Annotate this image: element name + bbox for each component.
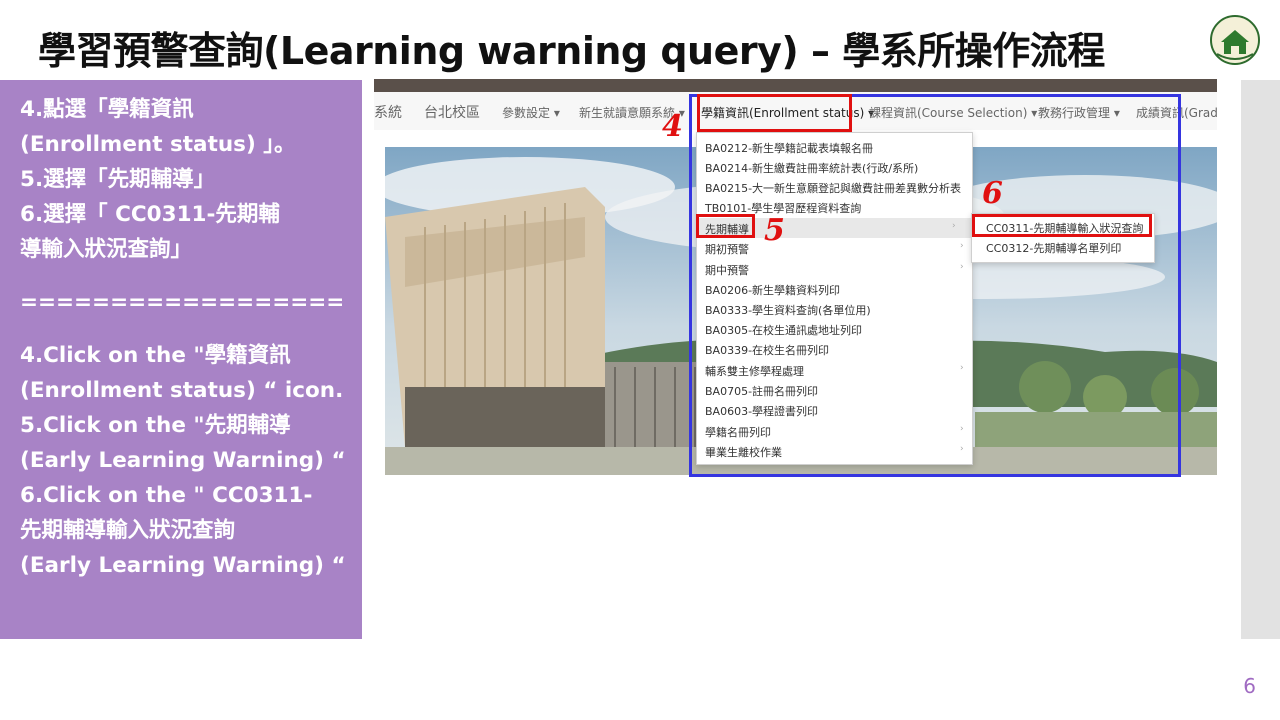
- highlight-step-5-box: [696, 214, 755, 238]
- step-6-label: 6: [982, 176, 1003, 211]
- instruction-en-line: 5.Click on the "先期輔導: [20, 413, 291, 438]
- nav-item-taipei-campus[interactable]: 台北校區: [424, 102, 480, 122]
- browser-top-strip: [374, 79, 1217, 92]
- instruction-zh-line: 5.選擇「先期輔導」: [20, 167, 216, 192]
- instruction-en-line: (Early Learning Warning) “: [20, 448, 346, 473]
- step-4-label: 4: [662, 109, 683, 144]
- system-screenshot: 系統 台北校區 參數設定 ▾ 新生就讀意願系統 ▾ 學籍資訊(Enrollmen…: [374, 79, 1217, 479]
- nav-item-parameter-settings[interactable]: 參數設定 ▾: [502, 104, 560, 121]
- slide-title: 學習預警查詢(Learning warning query) – 學系所操作流程: [38, 29, 1105, 73]
- step-5-label: 5: [764, 213, 785, 248]
- highlight-blue-frame: [689, 94, 1181, 477]
- instruction-en-line: 先期輔導輸入狀況查詢: [20, 518, 236, 543]
- instruction-divider: ==================: [20, 290, 345, 315]
- instruction-panel: 4.點選「學籍資訊 (Enrollment status) 」。 5.選擇「先期…: [0, 80, 362, 639]
- page-number: 6: [1243, 674, 1256, 698]
- highlight-step-6-box: [972, 214, 1152, 237]
- instruction-zh-line: 6.選擇「 CC0311-先期輔: [20, 202, 280, 227]
- instruction-en-line: 6.Click on the " CC0311-: [20, 483, 313, 508]
- instruction-en-line: (Enrollment status) “ icon.: [20, 378, 344, 403]
- instruction-en-line: (Early Learning Warning) “: [20, 553, 346, 578]
- instruction-en-line: 4.Click on the "學籍資訊: [20, 343, 291, 368]
- university-logo: [1207, 14, 1263, 66]
- instruction-zh-line: (Enrollment status) 」。: [20, 132, 296, 157]
- highlight-step-4-box: [697, 94, 852, 132]
- nav-item-system[interactable]: 系統: [374, 102, 402, 122]
- right-margin-strip: [1241, 80, 1280, 639]
- instruction-zh-line: 導輸入狀況查詢」: [20, 237, 193, 262]
- instruction-zh-line: 4.點選「學籍資訊: [20, 97, 194, 122]
